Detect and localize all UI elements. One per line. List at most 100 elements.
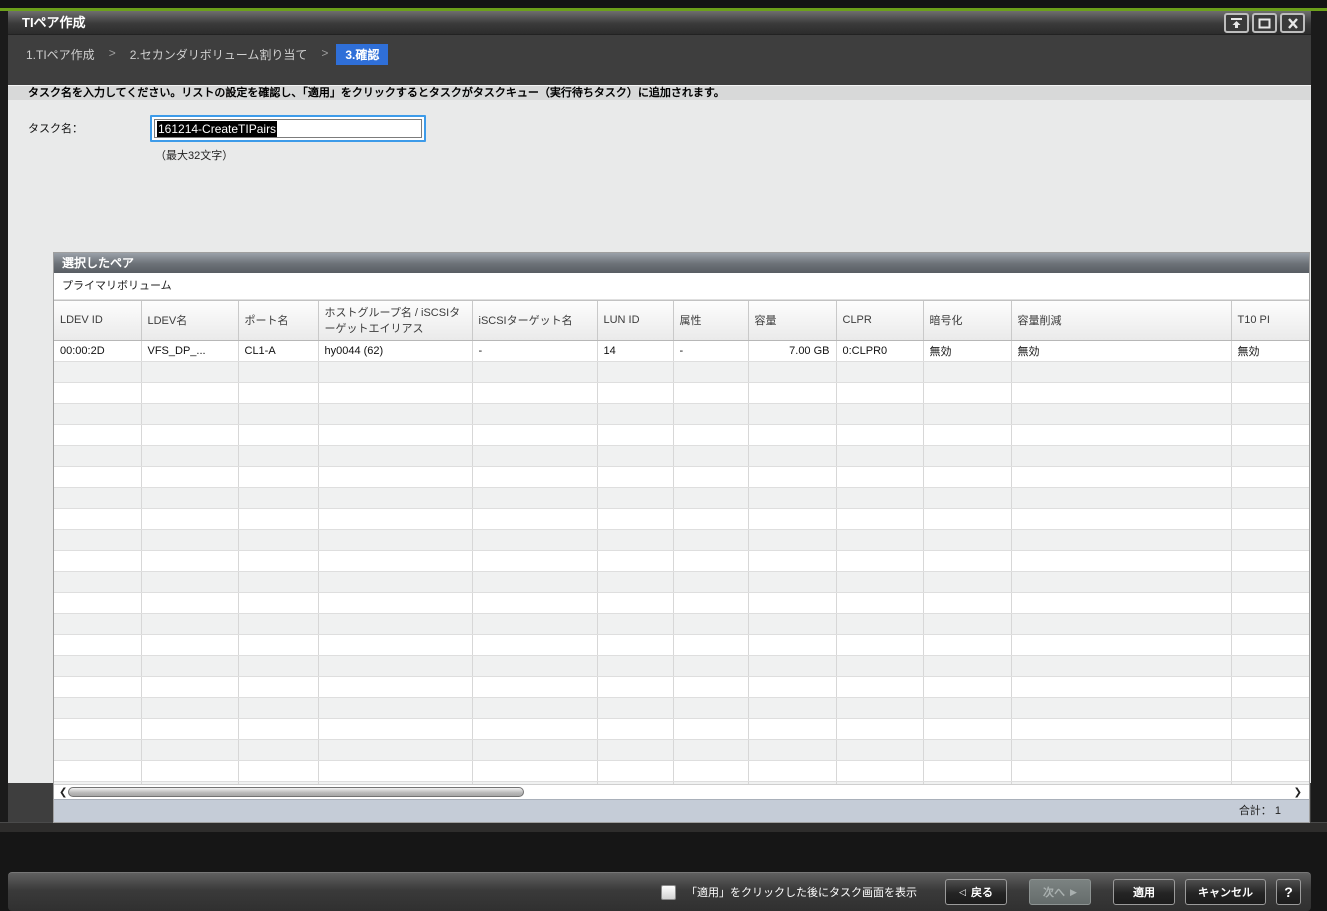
empty-table-cell [1231,487,1309,508]
collapse-icon[interactable] [1224,13,1249,33]
column-header[interactable]: ポート名 [238,301,318,340]
empty-table-cell [597,676,673,697]
horizontal-scrollbar[interactable]: ❮ ❯ [54,784,1309,799]
empty-table-cell [923,487,1011,508]
empty-table-cell [141,424,238,445]
task-name-input[interactable]: 161214-CreateTIPairs [150,115,426,142]
empty-table-cell [597,361,673,382]
empty-table-cell [472,424,597,445]
empty-table-cell [836,760,923,781]
task-name-selected-text: 161214-CreateTIPairs [157,121,277,137]
table-cell: 00:00:2D [54,340,141,361]
empty-table-cell [597,697,673,718]
column-header[interactable]: ホストグループ名 / iSCSIターゲットエイリアス [318,301,472,340]
apply-button[interactable]: 適用 [1113,879,1175,905]
empty-table-cell [673,676,748,697]
empty-table-cell [54,634,141,655]
empty-table-cell [1231,655,1309,676]
empty-table-cell [836,613,923,634]
maximize-icon[interactable] [1252,13,1277,33]
scrollbar-thumb[interactable] [68,787,524,797]
empty-table-cell [923,445,1011,466]
table-cell: 0:CLPR0 [836,340,923,361]
help-button[interactable]: ? [1276,879,1301,905]
empty-table-cell [318,634,472,655]
empty-table-cell [748,739,836,760]
empty-table-cell [597,424,673,445]
close-icon[interactable] [1280,13,1305,33]
table-header-row: LDEV IDLDEV名ポート名ホストグループ名 / iSCSIターゲットエイリ… [54,301,1309,340]
column-header[interactable]: 容量 [748,301,836,340]
empty-table-cell [836,550,923,571]
empty-table-cell [597,403,673,424]
cancel-button[interactable]: キャンセル [1185,879,1266,905]
group-title: プライマリボリューム [54,273,1309,300]
empty-table-row [54,466,1309,487]
empty-table-row [54,361,1309,382]
empty-table-cell [673,592,748,613]
empty-table-cell [318,382,472,403]
empty-table-cell [1231,445,1309,466]
empty-table-cell [54,613,141,634]
empty-table-cell [238,697,318,718]
column-header[interactable]: iSCSIターゲット名 [472,301,597,340]
breadcrumb-step-1[interactable]: 1.TIペア作成 [20,44,101,65]
empty-table-cell [836,466,923,487]
empty-table-cell [141,571,238,592]
pairs-table: LDEV IDLDEV名ポート名ホストグループ名 / iSCSIターゲットエイリ… [54,301,1309,784]
breadcrumb-step-2[interactable]: 2.セカンダリボリューム割り当て [124,44,314,65]
empty-table-cell [923,571,1011,592]
empty-table-cell [673,382,748,403]
empty-table-cell [238,466,318,487]
column-header[interactable]: T10 PI [1231,301,1309,340]
empty-table-cell [748,613,836,634]
empty-table-cell [238,382,318,403]
empty-table-cell [1231,529,1309,550]
empty-table-cell [923,739,1011,760]
empty-table-cell [54,403,141,424]
table-row[interactable]: 00:00:2DVFS_DP_...CL1-Ahy0044 (62)-14-7.… [54,340,1309,361]
column-header[interactable]: LDEV名 [141,301,238,340]
column-header[interactable]: LDEV ID [54,301,141,340]
empty-table-cell [673,361,748,382]
empty-table-cell [238,403,318,424]
dialog-title: TIペア作成 [22,15,86,30]
column-header[interactable]: 容量削減 [1011,301,1231,340]
column-header[interactable]: LUN ID [597,301,673,340]
column-header[interactable]: CLPR [836,301,923,340]
empty-table-cell [318,466,472,487]
column-header[interactable]: 属性 [673,301,748,340]
empty-table-cell [54,655,141,676]
empty-table-cell [673,697,748,718]
empty-table-cell [238,718,318,739]
empty-table-row [54,445,1309,466]
empty-table-cell [238,529,318,550]
empty-table-cell [472,361,597,382]
show-task-screen-checkbox[interactable] [661,885,676,900]
scroll-right-icon[interactable]: ❯ [1294,785,1302,800]
empty-table-cell [923,613,1011,634]
scroll-left-icon[interactable]: ❮ [59,785,67,800]
empty-table-cell [472,550,597,571]
column-header[interactable]: 暗号化 [923,301,1011,340]
empty-table-row [54,508,1309,529]
empty-table-cell [597,634,673,655]
dialog-titlebar: TIペア作成 [8,11,1311,35]
total-value: 1 [1275,805,1281,817]
empty-table-cell [748,424,836,445]
empty-table-cell [1011,655,1231,676]
empty-table-cell [54,718,141,739]
empty-table-cell [597,487,673,508]
empty-table-cell [748,382,836,403]
total-label: 合計： [1239,805,1272,817]
empty-table-cell [923,466,1011,487]
empty-table-cell [597,655,673,676]
empty-table-cell [597,760,673,781]
background-page-top [0,0,1327,8]
breadcrumb-separator: > [101,44,124,62]
back-button[interactable]: ◁ 戻る [945,879,1007,905]
empty-table-cell [318,403,472,424]
empty-table-cell [748,697,836,718]
table-total-bar: 合計： 1 [54,799,1309,822]
task-name-hint: （最大32文字） [155,147,233,163]
